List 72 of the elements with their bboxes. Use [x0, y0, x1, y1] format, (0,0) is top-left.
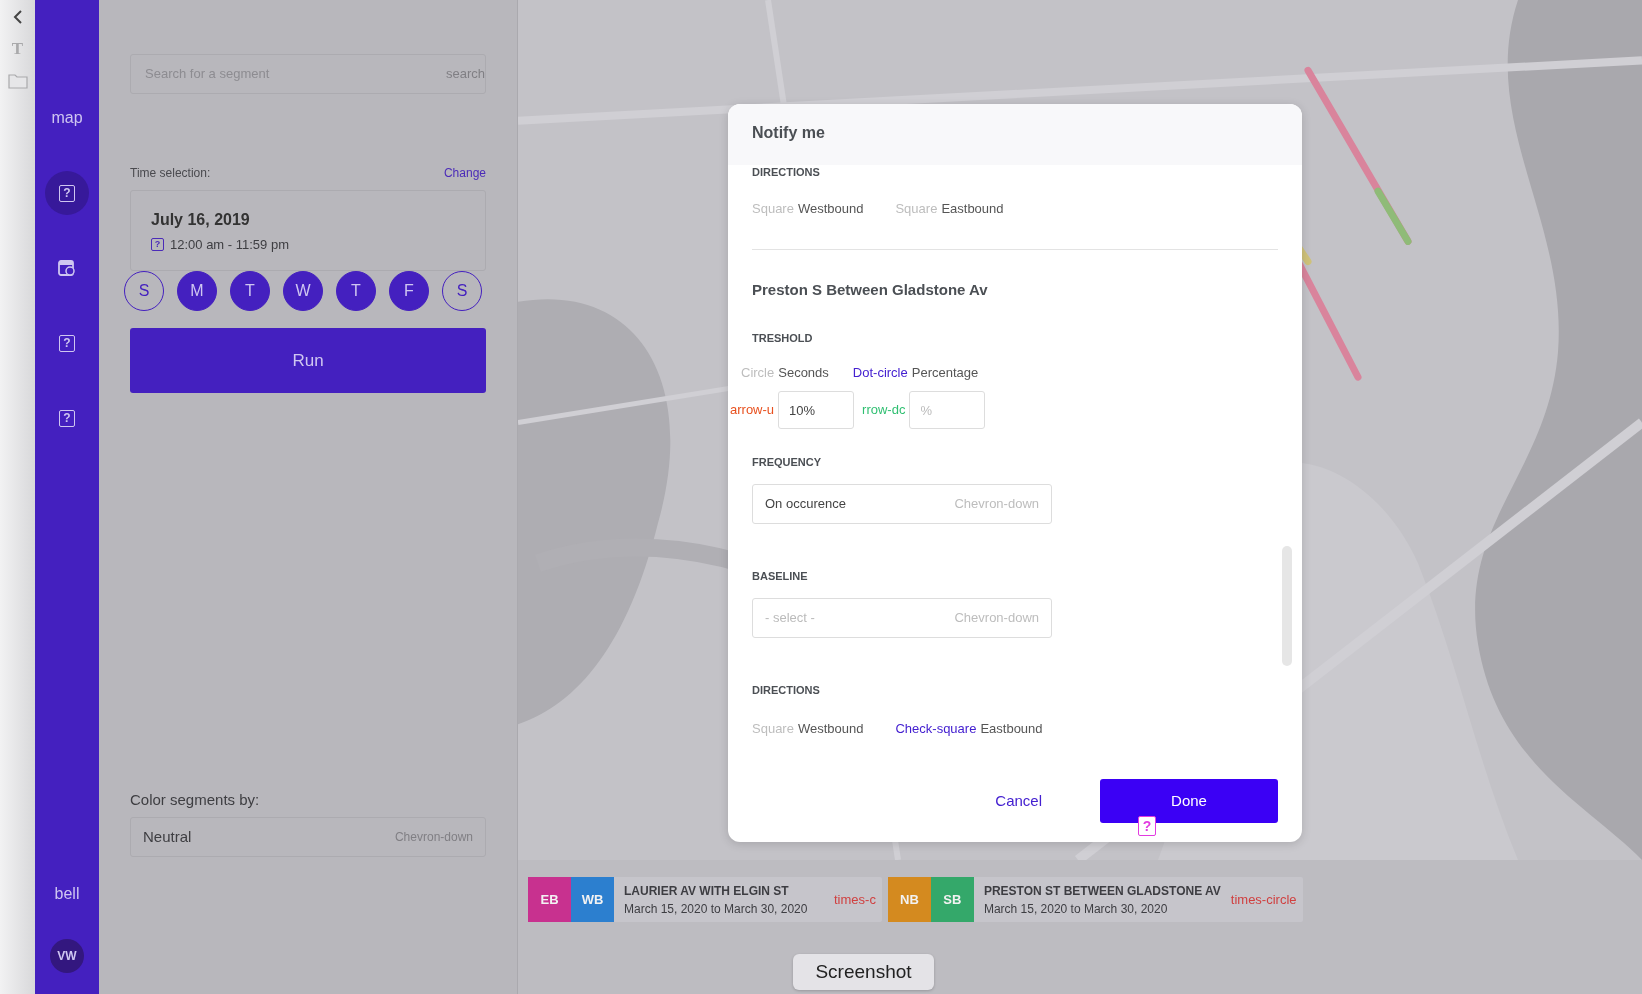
segment-title: Preston S Between Gladstone Av	[752, 280, 989, 300]
cancel-button[interactable]: Cancel	[995, 789, 1042, 813]
help-icon: ?	[1138, 816, 1156, 836]
checkbox-option[interactable]: Square Eastbound	[895, 199, 1004, 219]
day-toggle[interactable]: M	[177, 271, 217, 311]
chevron-down-icon: Chevron-down	[954, 494, 1039, 514]
screenshot-tooltip: Screenshot	[793, 954, 934, 990]
radio-option[interactable]: Dot-circle Percentage	[852, 363, 979, 383]
time-selection-label: Time selection:	[130, 165, 211, 182]
time-range-text: 12:00 am - 11:59 pm	[170, 236, 289, 254]
date-range-text: March 15, 2020 to March 30, 2020	[983, 900, 1169, 918]
section-label: FREQUENCY	[752, 455, 823, 469]
back-icon[interactable]	[12, 10, 23, 24]
option-label: Eastbound	[941, 200, 1004, 218]
help-nav-item[interactable]: ?	[45, 396, 89, 440]
select-value: Neutral	[143, 826, 192, 847]
dialog-title: Notify me	[728, 104, 1302, 165]
day-toggle[interactable]: F	[389, 271, 429, 311]
checkbox-option[interactable]: Square Westbound	[752, 199, 864, 219]
section-label: DIRECTIONS	[752, 683, 821, 697]
date-text: July 16, 2019	[151, 210, 251, 230]
select-value: On occurence	[765, 495, 846, 514]
direction-tag: NB	[887, 877, 931, 922]
select-placeholder: - select -	[765, 609, 815, 628]
map-nav-item[interactable]: map	[45, 96, 89, 140]
checkbox-option[interactable]: Check-square Eastbound	[895, 719, 1043, 739]
help-icon: ?	[59, 409, 75, 427]
calendar-icon	[58, 259, 76, 277]
chevron-down-icon: Chevron-down	[954, 608, 1039, 628]
change-link[interactable]: Change	[443, 164, 486, 182]
run-button[interactable]: Run	[130, 328, 486, 393]
direction-tag: SB	[930, 877, 974, 922]
section-label: DIRECTIONS	[752, 165, 821, 179]
help-icon: ?	[59, 184, 75, 202]
arrow-down-icon: rrow-dc	[862, 400, 906, 420]
section-label: BASELINE	[752, 569, 809, 583]
option-label: Westbound	[797, 720, 864, 738]
threshold-input[interactable]: 10%	[778, 391, 855, 429]
bell-nav-item[interactable]: bell	[54, 882, 80, 906]
radio-icon: Dot-circle	[852, 363, 908, 383]
checkbox-icon: Square	[752, 199, 794, 219]
help-nav-item[interactable]: ?	[45, 171, 89, 215]
day-toggle[interactable]: T	[336, 271, 376, 311]
chevron-down-icon: Chevron-down	[394, 828, 473, 846]
help-icon: ?	[59, 334, 75, 352]
help-icon: ?	[151, 238, 164, 252]
day-toggle[interactable]: W	[283, 271, 323, 311]
option-label: Seconds	[778, 364, 829, 382]
help-nav-item[interactable]: ?	[45, 321, 89, 365]
segment-name: PRESTON ST BETWEEN GLADSTONE AV	[983, 882, 1221, 900]
radio-icon: Circle	[741, 363, 775, 383]
date-range-text: March 15, 2020 to March 30, 2020	[624, 900, 809, 918]
scrollbar-thumb[interactable]	[1282, 546, 1292, 666]
radio-option[interactable]: Circle Seconds	[741, 363, 829, 383]
section-label: TRESHOLD	[752, 331, 814, 345]
checkbox-icon: Square	[895, 199, 938, 219]
arrow-up-icon: arrow-u	[730, 400, 775, 420]
direction-tag: EB	[528, 877, 571, 922]
checkbox-option[interactable]: Square Westbound	[752, 719, 864, 739]
user-avatar[interactable]: VW	[50, 939, 84, 973]
threshold-input[interactable]: %	[909, 391, 986, 429]
color-segments-label: Color segments by:	[130, 789, 261, 810]
option-label: Percentage	[911, 364, 979, 382]
option-label: Westbound	[797, 200, 864, 218]
color-segments-select[interactable]: Neutral Chevron-down	[130, 817, 486, 857]
day-toggle[interactable]: T	[230, 271, 270, 311]
direction-tag: WB	[571, 877, 614, 922]
dropdown-select[interactable]: On occurence Chevron-down	[752, 484, 1052, 524]
checkbox-icon: Square	[752, 719, 794, 739]
segment-name: LAURIER AV WITH ELGIN ST	[624, 882, 790, 900]
option-label: Eastbound	[980, 720, 1043, 738]
checkbox-icon: Check-square	[895, 719, 977, 739]
